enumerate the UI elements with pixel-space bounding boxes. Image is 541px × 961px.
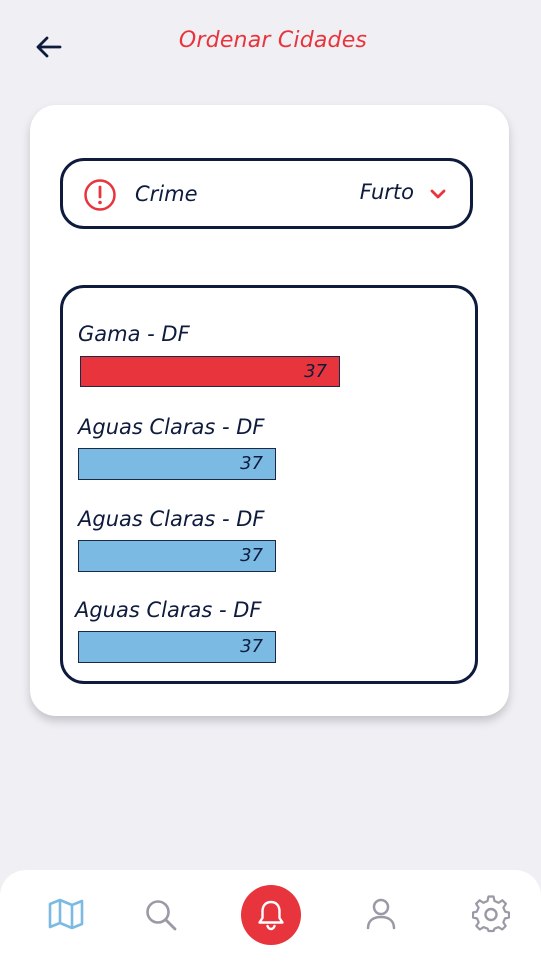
- city-bar: 37: [78, 540, 276, 572]
- city-bar: 37: [80, 356, 340, 387]
- city-ranking-list: Gama - DF 37 Aguas Claras - DF 37 Aguas …: [60, 285, 478, 684]
- city-name: Gama - DF: [78, 322, 190, 346]
- search-icon: [146, 900, 177, 931]
- screen: Ordenar Cidades Crime Furto Gama - DF 37: [0, 0, 541, 961]
- nav-settings[interactable]: [471, 894, 511, 934]
- bottom-nav: [0, 870, 541, 961]
- user-icon: [366, 898, 396, 930]
- city-bar: 37: [78, 448, 276, 480]
- list-item[interactable]: Gama - DF 37: [63, 322, 475, 402]
- map-icon: [48, 898, 84, 930]
- filter-value: Furto: [359, 180, 414, 204]
- nav-search[interactable]: [141, 895, 181, 935]
- alert-circle-icon: [84, 179, 116, 211]
- header: Ordenar Cidades: [0, 0, 541, 90]
- city-bar: 37: [78, 631, 276, 663]
- crime-filter-select[interactable]: Crime Furto: [60, 158, 473, 229]
- nav-map[interactable]: [44, 895, 88, 933]
- city-name: Aguas Claras - DF: [78, 507, 265, 531]
- nav-profile[interactable]: [362, 895, 400, 933]
- filter-label: Crime: [135, 182, 198, 206]
- page-title: Ordenar Cidades: [178, 28, 368, 53]
- city-name: Aguas Claras - DF: [78, 415, 265, 439]
- city-count: 37: [240, 453, 263, 474]
- list-item[interactable]: Aguas Claras - DF 37: [63, 415, 475, 495]
- list-item[interactable]: Aguas Claras - DF 37: [63, 598, 475, 678]
- city-count: 37: [304, 361, 327, 382]
- ranking-card: Crime Furto Gama - DF 37 Aguas Claras - …: [30, 105, 509, 716]
- bell-icon: [258, 900, 284, 931]
- city-name: Aguas Claras - DF: [75, 598, 262, 622]
- city-count: 37: [240, 636, 263, 657]
- gear-icon: [472, 895, 510, 933]
- chevron-down-icon: [430, 189, 446, 199]
- nav-alerts[interactable]: [241, 885, 301, 945]
- city-count: 37: [240, 545, 263, 566]
- list-item[interactable]: Aguas Claras - DF 37: [63, 507, 475, 587]
